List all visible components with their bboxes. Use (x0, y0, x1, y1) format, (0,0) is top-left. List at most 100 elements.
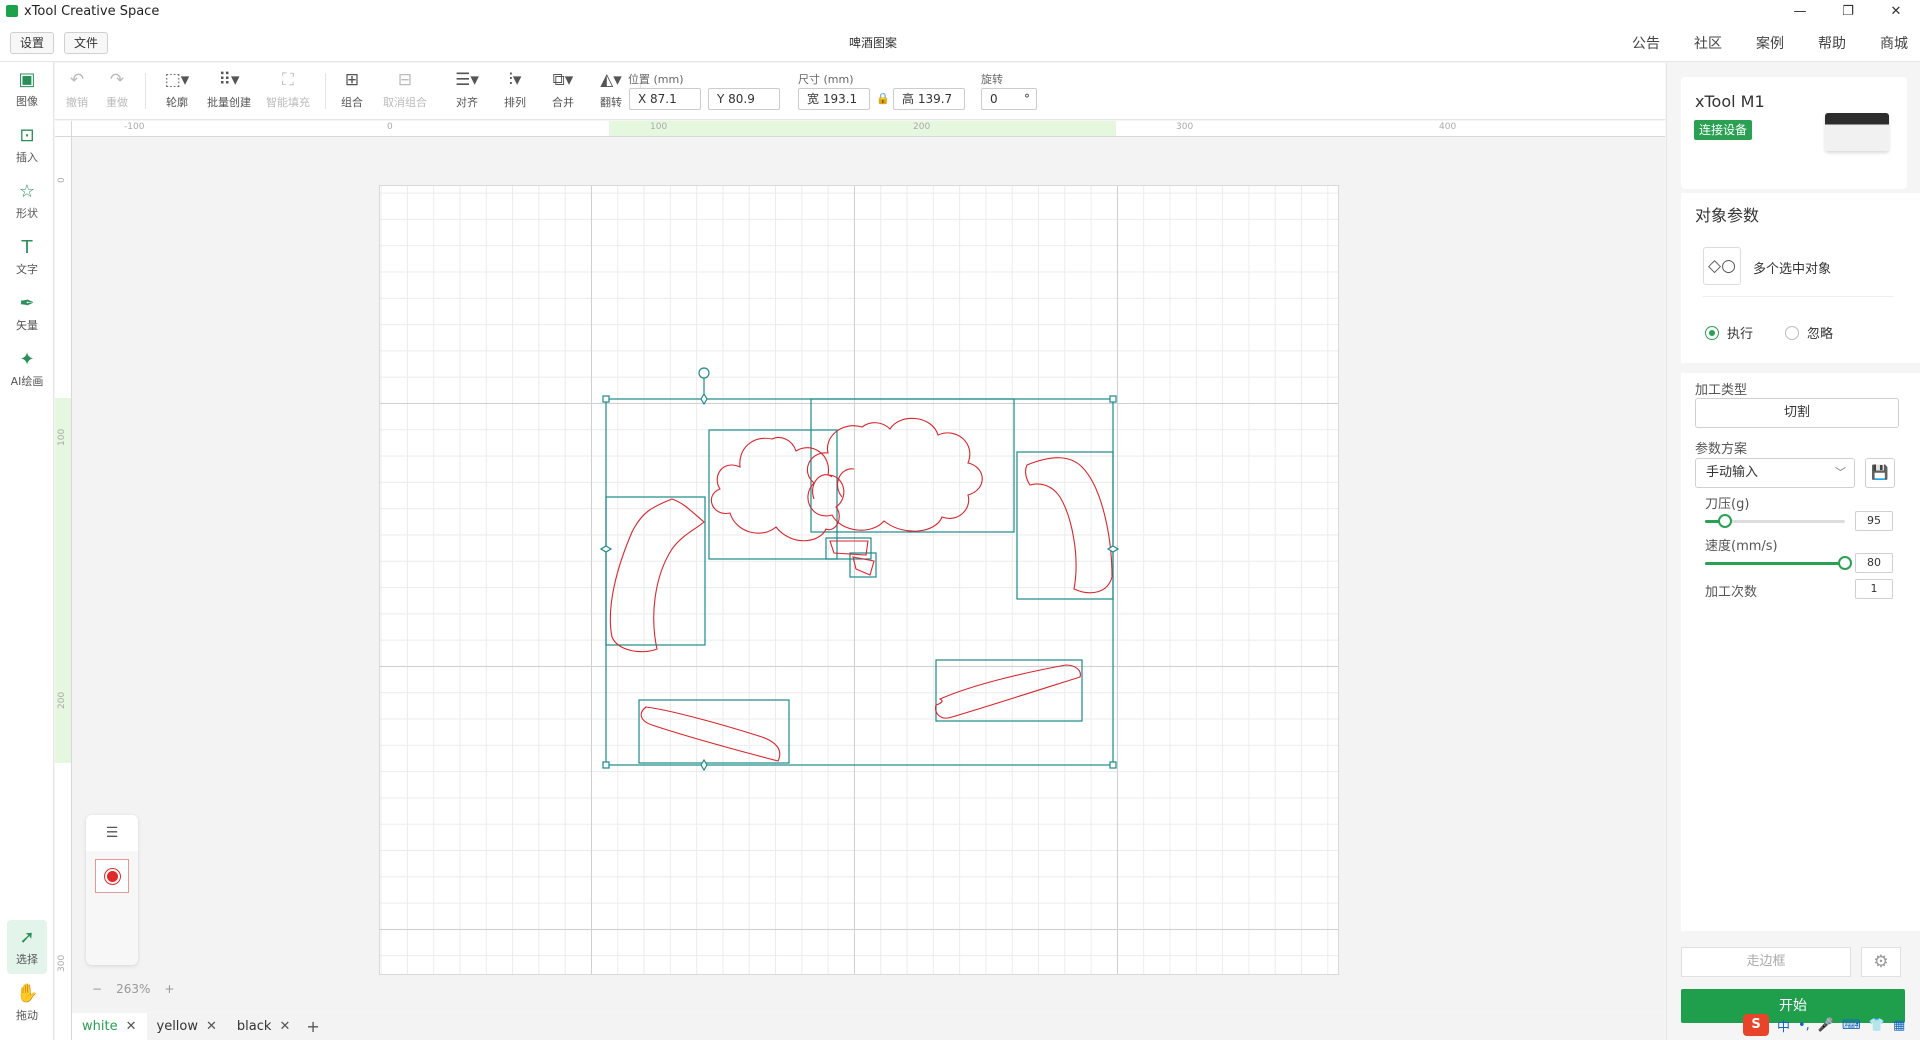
pressure-label: 刀压(g) (1705, 497, 1750, 512)
ime-toolbar: S 中 •, 🎤 ⌨ 👕 ▦ (1743, 1014, 1913, 1036)
width-input[interactable]: 宽 193.1 (798, 88, 870, 110)
tab-black[interactable]: black ✕ (227, 1013, 300, 1040)
ignore-option[interactable]: 忽略 (1785, 323, 1833, 342)
pressure-slider[interactable] (1705, 514, 1845, 528)
execute-option[interactable]: 执行 (1705, 323, 1753, 342)
restore-button[interactable]: ❐ (1824, 0, 1872, 22)
box-bottom-right-piece (935, 659, 1083, 722)
tool-image[interactable]: ▣ 图像 (0, 62, 54, 116)
minimize-button[interactable]: — (1776, 0, 1824, 22)
flip-button[interactable]: ◭▾ 翻转 (589, 69, 633, 110)
ruler-top-tick: 100 (650, 122, 668, 132)
tab-yellow[interactable]: yellow ✕ (147, 1013, 227, 1040)
box-small-cloud (708, 429, 838, 560)
tool-insert[interactable]: ⊡ 插入 (0, 118, 54, 172)
nav-community[interactable]: 社区 (1694, 33, 1722, 53)
add-tab-button[interactable]: + (306, 1017, 319, 1036)
document-title: 啤酒图案 (848, 36, 897, 50)
zoom-out-button[interactable]: − (92, 982, 102, 996)
degree-unit: ° (1024, 92, 1030, 106)
tool-image-label: 图像 (16, 95, 38, 108)
close-tab-icon[interactable]: ✕ (126, 1019, 137, 1034)
tool-shape-label: 形状 (16, 207, 38, 220)
ime-logo-icon[interactable]: S (1743, 1014, 1769, 1036)
frame-button[interactable]: 走边框 (1681, 947, 1851, 977)
speed-slider[interactable] (1705, 556, 1852, 570)
pressure-slider-handle[interactable] (1717, 514, 1732, 528)
group-button[interactable]: ⊞ 组合 (330, 69, 374, 110)
close-button[interactable]: ✕ (1872, 0, 1920, 22)
align-label: 对齐 (456, 96, 478, 109)
tool-ai-draw[interactable]: ✦ AI绘画 (0, 342, 54, 396)
skin-icon[interactable]: 👕 (1869, 1018, 1885, 1033)
fill-label: 智能填充 (266, 96, 310, 109)
rotate-handle (698, 367, 710, 379)
tool-select[interactable]: ➚ 选择 (7, 920, 47, 974)
design-artwork[interactable] (72, 137, 1665, 1012)
tool-insert-label: 插入 (16, 151, 38, 164)
tool-vector[interactable]: ✒ 矢量 (0, 286, 54, 340)
close-tab-icon[interactable]: ✕ (279, 1019, 290, 1034)
ruler-top-tick: -100 (124, 122, 145, 132)
height-input[interactable]: 高 139.7 (893, 88, 965, 110)
passes-input[interactable]: 1 (1855, 579, 1893, 599)
box-big-cloud (810, 398, 1015, 533)
ime-punct-icon[interactable]: •, (1798, 1018, 1810, 1033)
ime-lang[interactable]: 中 (1777, 1016, 1790, 1035)
layer-list-icon[interactable]: ☰ (86, 815, 138, 851)
y-position-input[interactable]: Y 80.9 (708, 88, 780, 110)
merge-label: 合并 (552, 96, 574, 109)
speed-input[interactable]: 80 (1855, 553, 1893, 573)
outline-button[interactable]: ⬚▾ 轮廓 (155, 69, 199, 110)
undo-button[interactable]: ↶ 撤销 (55, 69, 99, 110)
radio-execute[interactable] (1705, 325, 1719, 340)
tool-shape[interactable]: ☆ 形状 (0, 174, 54, 228)
pressure-input[interactable]: 95 (1855, 511, 1893, 531)
zoom-level[interactable]: 263% (116, 982, 150, 996)
lock-icon[interactable]: 🔒 (876, 92, 890, 105)
tool-drag[interactable]: ✋ 拖动 (0, 976, 54, 1030)
group-label: 组合 (341, 96, 363, 109)
connect-device-button[interactable]: 连接设备 (1694, 120, 1753, 140)
ruler-left: 0 100 200 300 (55, 137, 72, 1040)
grid-menu-icon[interactable]: ▦ (1893, 1018, 1905, 1033)
save-scheme-button[interactable]: 💾 (1865, 458, 1895, 488)
material-tabs: white ✕ yellow ✕ black ✕ + (72, 1013, 1665, 1040)
tab-white[interactable]: white ✕ (72, 1013, 147, 1040)
keyboard-icon[interactable]: ⌨ (1842, 1018, 1861, 1033)
layer-color-swatch[interactable] (95, 859, 129, 893)
align-button[interactable]: ☰▾ 对齐 (445, 69, 489, 110)
scheme-label: 参数方案 (1695, 442, 1748, 457)
redo-icon: ↷ (109, 70, 125, 90)
ruler-corner (55, 121, 72, 137)
process-type-button[interactable]: 切割 (1695, 398, 1899, 428)
canvas-workspace[interactable] (72, 137, 1665, 1012)
box-left-handle (605, 496, 706, 646)
ungroup-button[interactable]: ⊟ 取消组合 (370, 69, 440, 110)
zoom-control: − 263% + (92, 982, 188, 996)
nav-announcement[interactable]: 公告 (1632, 33, 1660, 53)
merge-button[interactable]: ⧉▾ 合并 (541, 69, 585, 110)
nav-help[interactable]: 帮助 (1818, 33, 1846, 53)
mic-icon[interactable]: 🎤 (1818, 1018, 1834, 1033)
tool-text[interactable]: T 文字 (0, 230, 54, 284)
batch-create-button[interactable]: ⠿▾ 批量创建 (200, 69, 258, 110)
nav-store[interactable]: 商城 (1880, 33, 1908, 53)
ruler-selection-range (609, 121, 1116, 136)
ruler-top-tick: 200 (913, 122, 931, 132)
x-position-input[interactable]: X 87.1 (629, 88, 701, 110)
ruler-left-tick: 100 (57, 428, 67, 446)
scheme-select[interactable]: 手动输入 ﹀ (1695, 458, 1855, 488)
rotate-input[interactable]: 0 ° (981, 88, 1037, 110)
arrange-button[interactable]: ⫶▾ 排列 (493, 69, 537, 110)
settings-gear-button[interactable]: ⚙ (1861, 947, 1901, 977)
close-tab-icon[interactable]: ✕ (206, 1019, 217, 1034)
smart-fill-button[interactable]: ⛶ 智能填充 (258, 69, 318, 110)
app-logo (6, 5, 18, 17)
redo-button[interactable]: ↷ 重做 (95, 69, 139, 110)
speed-slider-handle[interactable] (1838, 556, 1852, 570)
tool-select-label: 选择 (16, 953, 38, 966)
zoom-in-button[interactable]: + (164, 982, 174, 996)
radio-ignore[interactable] (1785, 325, 1799, 340)
nav-cases[interactable]: 案例 (1756, 33, 1784, 53)
